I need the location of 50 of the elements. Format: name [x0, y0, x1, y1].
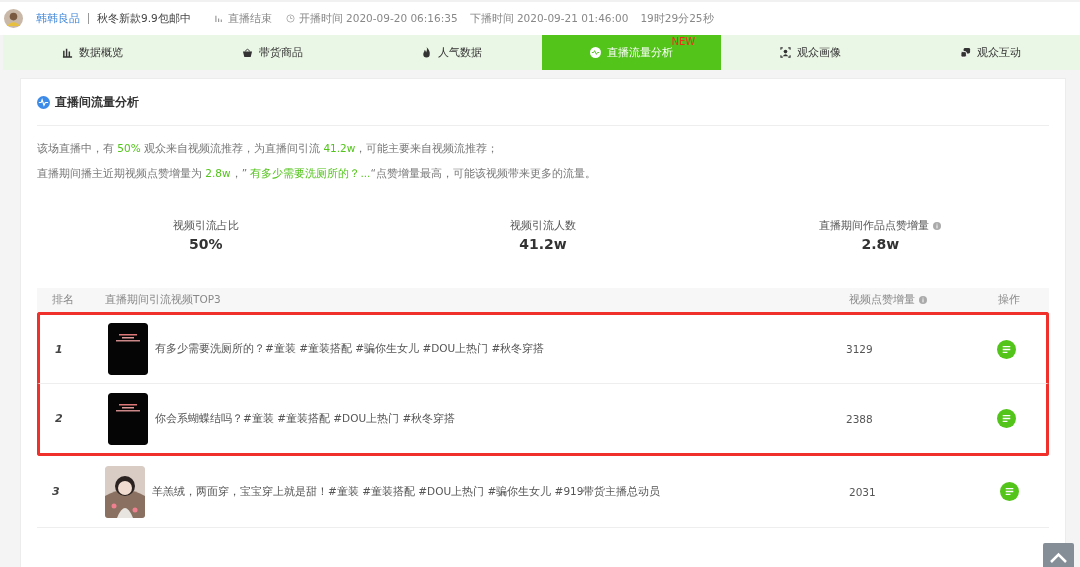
stat-label: 视频引流占比	[172, 219, 239, 233]
clock-icon	[285, 14, 295, 23]
summary-text: 该场直播中，有 50% 观众来自视频流推荐，为直播间引流 41.2w，可能主要来自视频流推荐；	[37, 141, 500, 156]
tab[interactable]: 人气数据	[362, 35, 542, 70]
promo-text: 秋冬新款9.9包邮中	[97, 11, 191, 26]
start-time: 开播时间 2020-09-20 06:16:35	[298, 11, 458, 26]
pulse-icon	[37, 95, 50, 109]
column-header: 操作	[997, 293, 1021, 307]
likes-cell-text: 3129	[845, 343, 874, 355]
stat-label: 直播期间作品点赞增量	[819, 219, 930, 233]
bar-chart-icon	[214, 14, 224, 23]
list-icon[interactable]	[996, 409, 1016, 428]
column-header: 排名	[51, 293, 75, 307]
info-icon[interactable]	[919, 296, 927, 304]
list-icon[interactable]	[996, 339, 1016, 359]
flame-icon	[421, 47, 433, 58]
shop-name[interactable]: 韩韩良品	[36, 11, 80, 26]
rank-cell-text: 3	[51, 485, 61, 498]
live-status: 直播结束	[227, 11, 272, 26]
info-icon[interactable]	[933, 222, 942, 230]
tab[interactable]: 观众互动	[900, 35, 1080, 70]
stat-label: 视频引流人数	[510, 219, 576, 233]
column-header: 视频点赞增量	[849, 293, 915, 307]
tab[interactable]: 观众画像	[721, 35, 901, 70]
pulse-icon	[589, 47, 601, 58]
tab[interactable]: 带货商品	[182, 35, 362, 70]
column-header: 直播期间引流视频TOP3	[105, 293, 222, 307]
likes-cell-text: 2388	[845, 412, 874, 425]
person-frame-icon	[780, 47, 792, 58]
tab[interactable]: 数据概览	[3, 35, 183, 70]
list-icon[interactable]	[999, 482, 1019, 501]
summary-text: 直播期间播主近期视频点赞增量为 2.8w，” 有多少需要洗厕所的？...“点赞增量最高，可能该视频带来更多的流量。	[37, 166, 597, 181]
bar-chart-icon	[62, 47, 74, 58]
basket-icon	[241, 47, 253, 58]
duration: 19时29分25秒	[640, 11, 714, 26]
stat-value: 41.2w	[519, 236, 567, 252]
stat-value: 50%	[188, 236, 223, 252]
likes-cell-text: 2031	[848, 485, 877, 498]
back-to-top-button[interactable]	[1043, 543, 1074, 567]
section-title: 直播间流量分析	[55, 93, 139, 111]
rank-cell-text: 1	[54, 342, 64, 356]
new-label: NEW	[671, 36, 696, 47]
video-title[interactable]: 羊羔绒，两面穿，宝宝穿上就是甜！#童装 #童装搭配 #DOU上热门 #骗你生女儿 #919带货主播总动员	[152, 484, 661, 499]
video-title[interactable]: 有多少需要洗厕所的？#童装 #童装搭配 #骗你生女儿 #DOU上热门 #秋冬穿搭	[155, 342, 545, 356]
end-time: 下播时间 2020-09-21 01:46:00	[469, 11, 629, 26]
avatar-icon	[4, 9, 23, 28]
video-title[interactable]: 你会系蝴蝶结吗？#童装 #童装搭配 #DOU上热门 #秋冬穿搭	[155, 411, 456, 426]
stat-value: 2.8w	[861, 236, 900, 252]
chat-icon	[959, 47, 971, 58]
rank-cell-text: 2	[54, 412, 64, 425]
